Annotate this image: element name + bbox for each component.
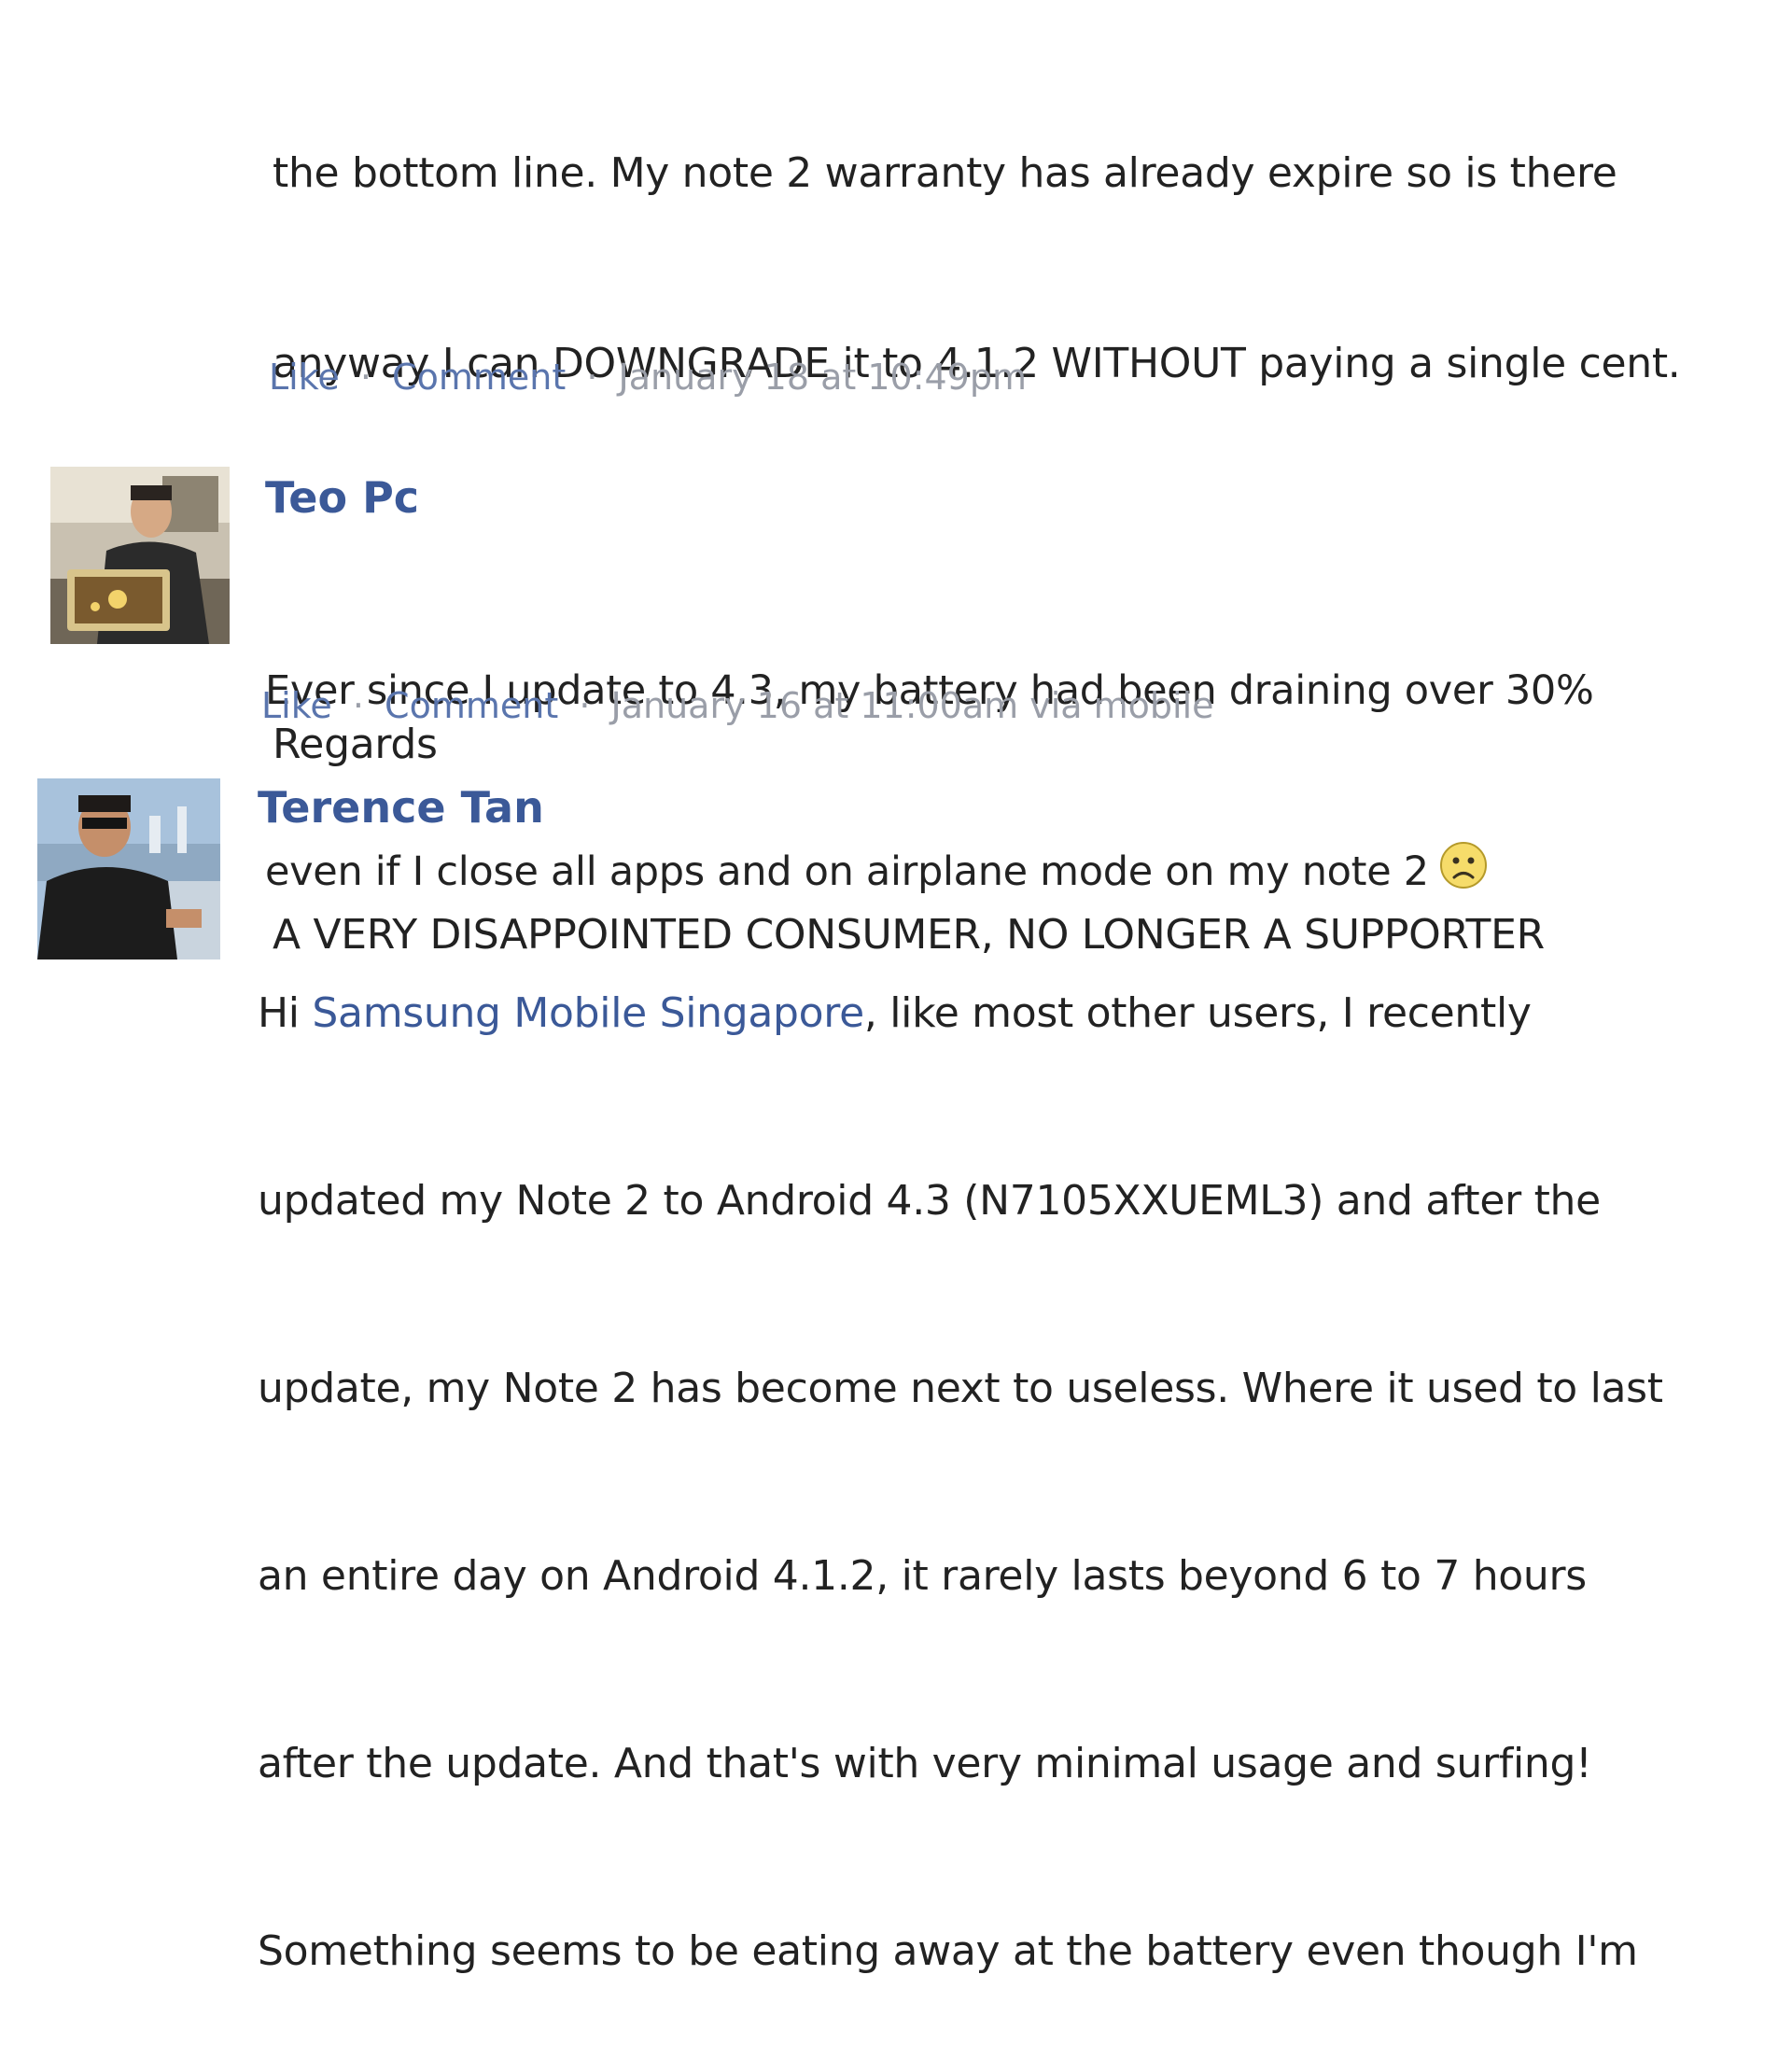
comment-3-line: after the update. And that's with very m… bbox=[258, 1740, 1592, 1787]
like-link[interactable]: Like bbox=[261, 685, 332, 726]
comment-3-body: Hi Samsung Mobile Singapore, like most o… bbox=[258, 857, 1663, 2045]
author-name-terence-tan[interactable]: Terence Tan bbox=[258, 782, 544, 833]
avatar-terence-tan[interactable] bbox=[37, 778, 220, 959]
avatar-teo-pc[interactable] bbox=[50, 467, 230, 644]
comment-2-meta: Like · Comment · January 16 at 11:00am v… bbox=[261, 685, 1214, 726]
comment-1-meta: Like · Comment · January 18 at 10:49pm bbox=[269, 357, 1027, 398]
avatar-photo-icon bbox=[37, 778, 220, 959]
comment-3-first-line: Hi Samsung Mobile Singapore, like most o… bbox=[258, 982, 1663, 1044]
comment-timestamp[interactable]: January 16 at 11:00am via mobile bbox=[611, 685, 1214, 726]
separator-dot: · bbox=[352, 685, 364, 726]
avatar-photo-icon bbox=[50, 467, 230, 644]
separator-dot: · bbox=[359, 357, 371, 398]
author-name-teo-pc[interactable]: Teo Pc bbox=[265, 472, 419, 523]
comment-1-line: the bottom line. My note 2 warranty has … bbox=[273, 149, 1617, 197]
mention-link[interactable]: Samsung Mobile Singapore bbox=[312, 989, 864, 1037]
comment-link[interactable]: Comment bbox=[392, 357, 566, 398]
comment-3-greeting: Hi bbox=[258, 989, 313, 1037]
comment-3-line: update, my Note 2 has become next to use… bbox=[258, 1365, 1663, 1412]
separator-dot: · bbox=[586, 357, 598, 398]
comment-link[interactable]: Comment bbox=[385, 685, 558, 726]
like-link[interactable]: Like bbox=[269, 357, 340, 398]
comment-timestamp[interactable]: January 18 at 10:49pm bbox=[619, 357, 1027, 398]
comment-3-line: updated my Note 2 to Android 4.3 (N7105X… bbox=[258, 1177, 1601, 1225]
comment-3-line: , like most other users, I recently bbox=[863, 989, 1532, 1037]
comment-3-line: an entire day on Android 4.1.2, it rarel… bbox=[258, 1552, 1587, 1600]
comment-3-line: Something seems to be eating away at the… bbox=[258, 1927, 1638, 1975]
separator-dot: · bbox=[579, 685, 591, 726]
